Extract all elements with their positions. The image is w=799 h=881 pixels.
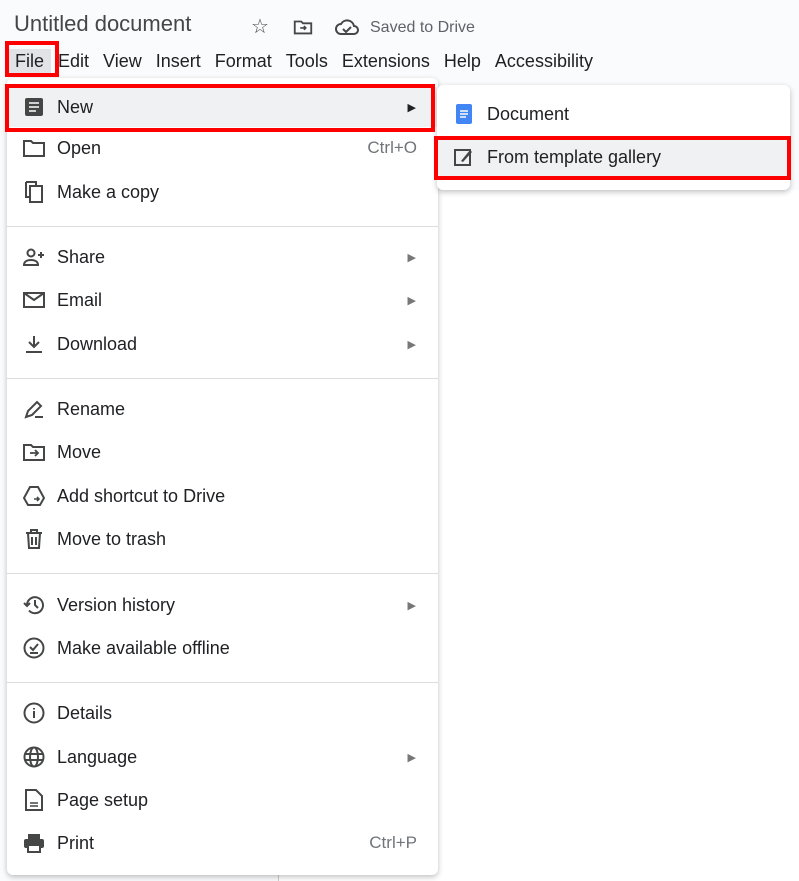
submenu-arrow-icon: ▶: [407, 294, 416, 307]
submenu-arrow-icon: ▶: [407, 751, 416, 764]
menu-item-label: Download: [57, 333, 138, 354]
download-icon: [23, 333, 45, 355]
menu-view[interactable]: View: [96, 49, 149, 75]
star-icon[interactable]: ☆: [249, 16, 271, 38]
menu-item-email[interactable]: Email ▶: [7, 280, 438, 320]
shortcut-label: Ctrl+O: [367, 138, 417, 157]
menu-divider: [7, 226, 438, 227]
menu-item-label: Move: [57, 441, 102, 462]
document-icon: [23, 96, 45, 118]
menu-tools[interactable]: Tools: [279, 49, 335, 75]
person-add-icon: [23, 246, 45, 268]
menu-item-label: Move to trash: [57, 528, 167, 549]
move-folder-icon[interactable]: [292, 16, 314, 38]
offline-icon: [23, 637, 45, 659]
submenu-item-document[interactable]: Document: [437, 94, 790, 134]
menu-item-label: New: [57, 96, 94, 117]
shortcut-label: Ctrl+P: [369, 833, 417, 852]
menu-item-label: Open: [57, 137, 102, 158]
menu-item-language[interactable]: Language ▶: [7, 737, 438, 777]
menu-item-move[interactable]: Move: [7, 432, 438, 472]
menu-item-version-history[interactable]: Version history ▶: [7, 585, 438, 625]
menu-item-label: Make available offline: [57, 637, 230, 658]
print-icon: [23, 832, 45, 854]
menu-item-label: Language: [57, 746, 138, 767]
menu-item-make-a-copy[interactable]: Make a copy: [7, 172, 438, 212]
save-status: Saved to Drive: [370, 19, 475, 36]
menu-item-page-setup[interactable]: Page setup: [7, 780, 438, 820]
folder-icon: [23, 137, 45, 159]
menu-divider: [7, 682, 438, 683]
file-menu: New ▶ Open Ctrl+O Make a copy Share ▶ Em…: [7, 78, 438, 875]
menu-accessibility[interactable]: Accessibility: [488, 49, 600, 75]
submenu-arrow-icon: ▶: [407, 101, 416, 114]
menu-item-label: Share: [57, 246, 106, 267]
menu-item-add-shortcut-to-drive[interactable]: Add shortcut to Drive: [7, 476, 438, 516]
menu-help[interactable]: Help: [437, 49, 488, 75]
template-icon: [453, 146, 475, 168]
trash-icon: [23, 528, 45, 550]
history-icon: [23, 594, 45, 616]
menu-format[interactable]: Format: [208, 49, 279, 75]
submenu-item-label: From template gallery: [487, 146, 662, 167]
document-title[interactable]: Untitled document: [14, 11, 191, 37]
globe-icon: [23, 746, 45, 768]
submenu-item-from-template-gallery[interactable]: From template gallery: [437, 137, 790, 177]
menu-extensions[interactable]: Extensions: [335, 49, 437, 75]
menu-divider: [7, 378, 438, 379]
menu-item-open[interactable]: Open Ctrl+O: [7, 128, 438, 168]
move-folder-icon: [23, 441, 45, 463]
menu-item-label: Print: [57, 832, 95, 853]
page-icon: [23, 789, 45, 811]
submenu-arrow-icon: ▶: [407, 599, 416, 612]
menu-item-label: Details: [57, 702, 113, 723]
copy-icon: [23, 181, 45, 203]
drive-shortcut-icon: [23, 485, 45, 507]
menu-item-label: Email: [57, 289, 103, 310]
menu-item-label: Make a copy: [57, 181, 160, 202]
menu-edit[interactable]: Edit: [51, 49, 96, 75]
new-submenu: Document From template gallery: [437, 85, 790, 190]
menubar: File Edit View Insert Format Tools Exten…: [8, 49, 600, 75]
menu-item-label: Rename: [57, 398, 126, 419]
rename-icon: [23, 398, 45, 420]
menu-item-label: Page setup: [57, 789, 149, 810]
menu-item-label: Add shortcut to Drive: [57, 485, 226, 506]
menu-item-new[interactable]: New ▶: [7, 87, 438, 127]
menu-item-move-to-trash[interactable]: Move to trash: [7, 519, 438, 559]
cloud-done-icon[interactable]: [334, 16, 360, 38]
menu-item-share[interactable]: Share ▶: [7, 237, 438, 277]
info-icon: [23, 702, 45, 724]
submenu-item-label: Document: [487, 103, 570, 124]
menu-item-rename[interactable]: Rename: [7, 389, 438, 429]
menu-item-download[interactable]: Download ▶: [7, 324, 438, 364]
menu-divider: [7, 573, 438, 574]
menu-item-print[interactable]: Print Ctrl+P: [7, 823, 438, 863]
menu-item-make-available-offline[interactable]: Make available offline: [7, 628, 438, 668]
menu-file[interactable]: File: [8, 49, 52, 75]
menu-insert[interactable]: Insert: [149, 49, 208, 75]
submenu-arrow-icon: ▶: [407, 251, 416, 264]
mail-icon: [23, 289, 45, 311]
menu-item-label: Version history: [57, 594, 176, 615]
google-docs-icon: [453, 103, 475, 125]
menu-item-details[interactable]: Details: [7, 693, 438, 733]
submenu-arrow-icon: ▶: [407, 338, 416, 351]
